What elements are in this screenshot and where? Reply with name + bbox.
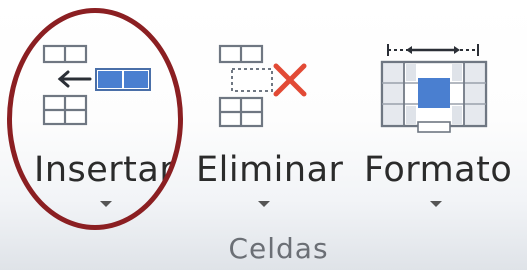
insertar-label: Insertar	[34, 150, 175, 190]
ribbon-group-celdas: Insertar Eliminar Formato Celdas	[0, 0, 527, 270]
formato-label: Formato	[364, 150, 513, 190]
eliminar-label: Eliminar	[196, 150, 344, 190]
format-cells-icon	[380, 44, 488, 133]
eliminar-dropdown-arrow-icon[interactable]	[258, 201, 270, 207]
delete-cells-icon	[218, 44, 307, 128]
insertar-dropdown-arrow-icon[interactable]	[100, 201, 112, 207]
formato-button[interactable]: Formato	[360, 0, 527, 230]
formato-dropdown-arrow-icon[interactable]	[430, 201, 442, 207]
group-label-celdas: Celdas	[228, 232, 329, 265]
eliminar-button[interactable]: Eliminar	[195, 0, 360, 230]
insert-cells-icon	[42, 44, 151, 126]
insertar-button[interactable]: Insertar	[0, 0, 195, 230]
